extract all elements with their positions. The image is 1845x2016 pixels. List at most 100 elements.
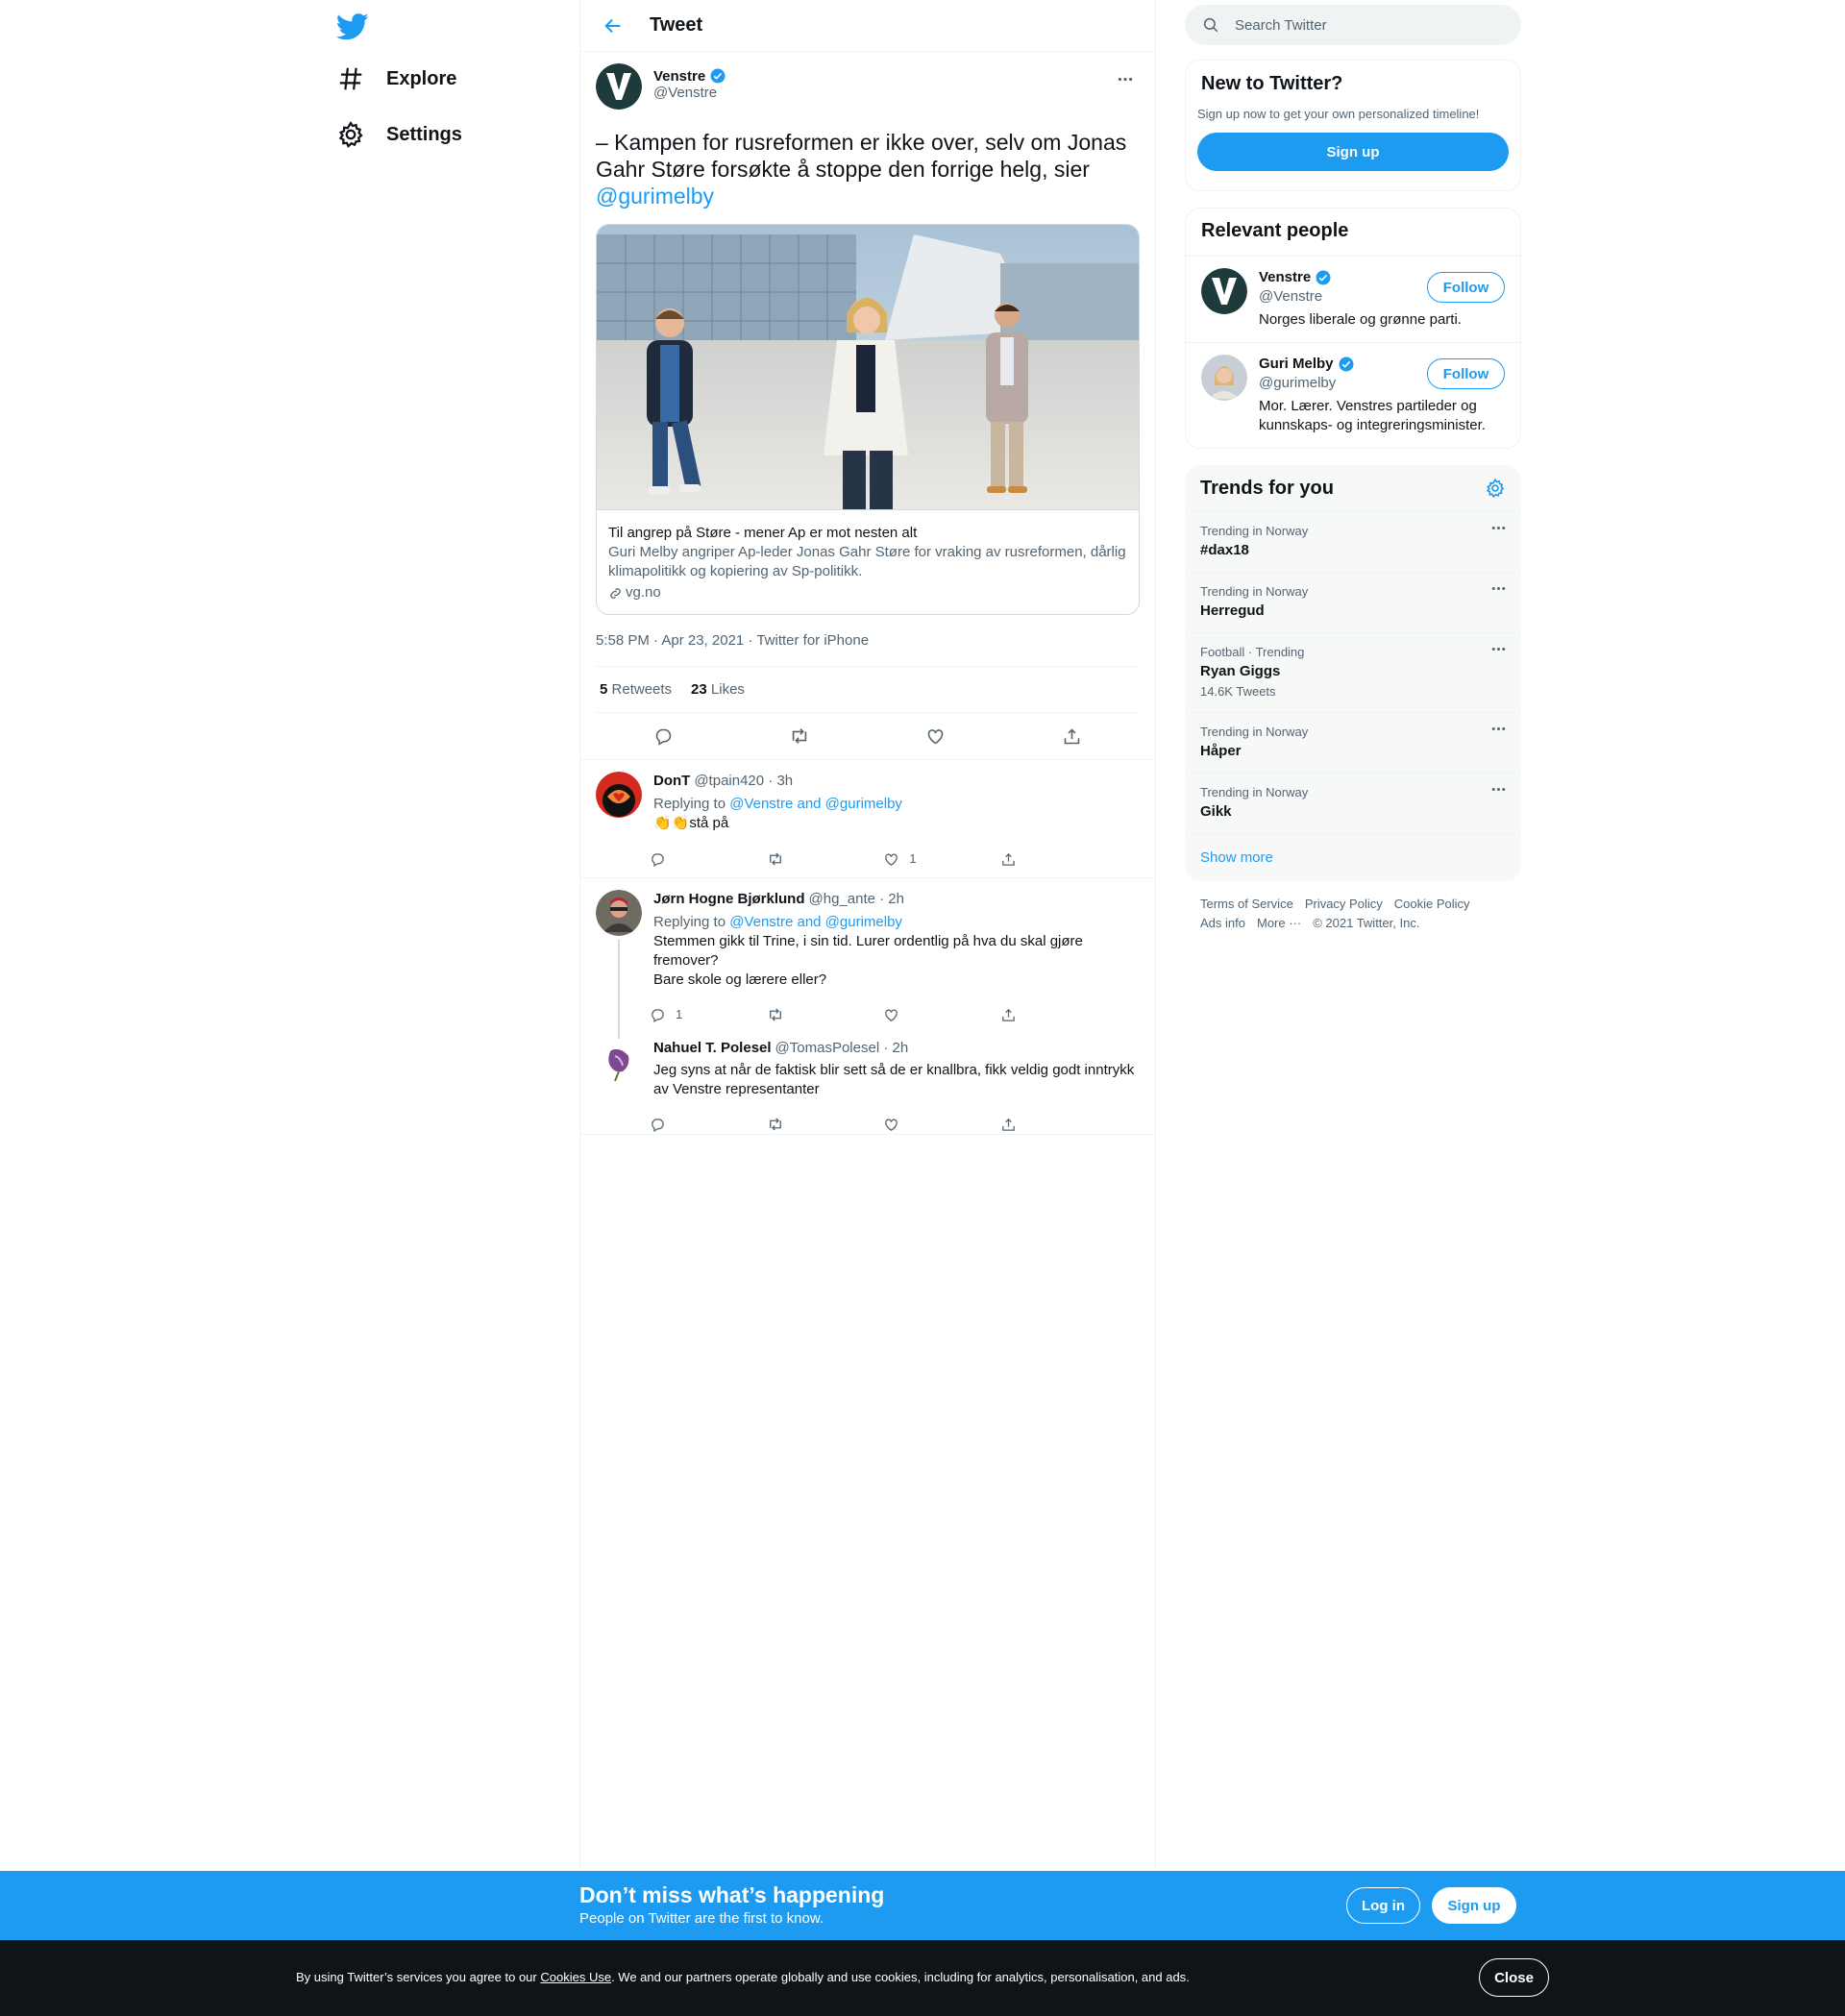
tweet-text: – Kampen for rusreformen er ikke over, s… (596, 129, 1140, 209)
avatar[interactable] (596, 772, 642, 818)
avatar[interactable] (596, 1039, 642, 1085)
retweet-icon[interactable] (782, 719, 817, 753)
link-icon (610, 587, 621, 599)
tweet-timestamp[interactable]: 5:58 PM · Apr 23, 2021 · Twitter for iPh… (596, 615, 1140, 667)
reply-handle-time[interactable]: @TomasPolesel · 2h (775, 1039, 909, 1058)
author-handle[interactable]: @Venstre (653, 85, 726, 101)
retweet-icon[interactable] (767, 1006, 824, 1023)
reply-count: 1 (676, 1007, 683, 1021)
more-options-icon[interactable] (1491, 726, 1506, 731)
trend-item[interactable]: Football · Trending Ryan Giggs 14.6K Twe… (1185, 633, 1521, 713)
panel-subtitle: Sign up now to get your own personalized… (1197, 107, 1480, 121)
person-name[interactable]: Guri Melby (1259, 355, 1334, 374)
footer-link-ads[interactable]: Ads info (1200, 914, 1245, 933)
search-bar[interactable] (1185, 5, 1521, 45)
main-tweet: Venstre @Venstre – Kampen for rusreforme… (580, 52, 1155, 759)
retweets-count: 5 (600, 681, 608, 698)
footer-link-cookies[interactable]: Cookie Policy (1394, 895, 1470, 914)
likes-stat[interactable]: 23 Likes (691, 681, 745, 698)
signup-button[interactable]: Sign up (1432, 1887, 1516, 1924)
person-bio: Mor. Lærer. Venstres partileder og kunns… (1259, 398, 1486, 433)
trend-item[interactable]: Trending in Norway #dax18 (1185, 512, 1521, 573)
more-options-icon[interactable] (1491, 787, 1506, 792)
like-icon[interactable] (883, 1007, 941, 1023)
more-options-icon[interactable] (1491, 526, 1506, 530)
mention-link[interactable]: @gurimelby (596, 184, 714, 209)
cookies-use-link[interactable]: Cookies Use (540, 1970, 611, 1984)
search-input[interactable] (1235, 16, 1485, 34)
avatar[interactable] (1201, 355, 1247, 401)
reply-author-name[interactable]: Nahuel T. Polesel (653, 1039, 772, 1058)
reply-tweet[interactable]: Nahuel T. Polesel @TomasPolesel · 2h Jeg … (580, 1039, 1155, 1135)
avatar[interactable] (596, 63, 642, 110)
trend-name: Håper (1200, 743, 1242, 759)
reply-tweet[interactable]: DonT @tpain420 · 3h Replying to @Venstre … (580, 759, 1155, 877)
share-icon[interactable] (1054, 719, 1089, 753)
gear-icon (336, 120, 365, 149)
reply-icon[interactable] (647, 719, 681, 753)
relevant-people-panel: Relevant people Venstre @Venstre Norges … (1185, 208, 1521, 449)
twitter-bird-icon[interactable] (335, 10, 369, 42)
trend-item[interactable]: Trending in Norway Håper (1185, 713, 1521, 774)
verified-badge-icon (1316, 270, 1331, 285)
more-options-icon[interactable] (1111, 67, 1140, 90)
trend-count: 14.6K Tweets (1200, 684, 1276, 699)
share-icon[interactable] (1000, 1007, 1058, 1023)
reply-icon[interactable] (650, 851, 707, 868)
tweet-actions (596, 713, 1140, 759)
retweet-icon[interactable] (767, 850, 824, 868)
reply-icon[interactable] (650, 1117, 707, 1133)
more-options-icon[interactable] (1491, 586, 1506, 591)
reply-text: Jeg syns at når de faktisk blir sett så … (653, 1062, 1135, 1097)
footer-link-more[interactable]: More ··· (1257, 914, 1301, 933)
footer-link-privacy[interactable]: Privacy Policy (1305, 895, 1383, 914)
trend-name: #dax18 (1200, 542, 1249, 558)
like-icon[interactable] (883, 1117, 941, 1133)
like-icon[interactable]: 1 (883, 849, 941, 869)
trend-context: Trending in Norway (1200, 524, 1309, 538)
trend-item[interactable]: Trending in Norway Gikk (1185, 774, 1521, 834)
like-icon[interactable] (919, 719, 953, 753)
reply-text: Stemmen gikk til Trine, i sin tid. Lurer… (653, 932, 1140, 990)
back-button[interactable] (594, 7, 632, 45)
signup-button[interactable]: Sign up (1197, 133, 1509, 171)
person-name[interactable]: Venstre (1259, 268, 1311, 287)
follow-button[interactable]: Follow (1427, 358, 1505, 389)
trend-item[interactable]: Trending in Norway Herregud (1185, 573, 1521, 633)
reply-icon[interactable]: 1 (650, 1005, 707, 1024)
show-more-link[interactable]: Show more (1185, 834, 1521, 881)
share-icon[interactable] (1000, 1117, 1058, 1133)
nav-settings-label: Settings (386, 123, 462, 145)
nav-settings[interactable]: Settings (336, 115, 462, 154)
cookie-text-after: . We and our partners operate globally a… (611, 1970, 1190, 1984)
author-name[interactable]: Venstre (653, 68, 705, 85)
login-button[interactable]: Log in (1346, 1887, 1420, 1924)
avatar[interactable] (1201, 268, 1247, 314)
reply-text: 👏👏stå på (653, 815, 729, 831)
follow-button[interactable]: Follow (1427, 272, 1505, 303)
page-header: Tweet (580, 0, 1155, 52)
person-item[interactable]: Guri Melby @gurimelby Mor. Lærer. Venstr… (1186, 342, 1520, 448)
trends-panel: Trends for you Trending in Norway #dax18… (1185, 465, 1521, 881)
nav-explore[interactable]: Explore (336, 60, 456, 98)
link-card[interactable]: Til angrep på Støre - mener Ap er mot ne… (596, 224, 1140, 615)
replying-to-link[interactable]: @Venstre and @gurimelby (729, 914, 902, 930)
gear-icon[interactable] (1485, 478, 1506, 499)
replying-to-link[interactable]: @Venstre and @gurimelby (729, 796, 902, 812)
footer-links: Terms of Service Privacy Policy Cookie P… (1185, 881, 1521, 947)
reply-author-name[interactable]: Jørn Hogne Bjørklund (653, 890, 805, 909)
share-icon[interactable] (1000, 851, 1058, 868)
more-options-icon[interactable] (1491, 647, 1506, 652)
retweets-stat[interactable]: 5 Retweets (600, 681, 672, 698)
reply-handle-time[interactable]: @hg_ante · 2h (809, 890, 904, 909)
footer-link-terms[interactable]: Terms of Service (1200, 895, 1293, 914)
nav-explore-label: Explore (386, 67, 457, 89)
new-to-twitter-panel: New to Twitter? Sign up now to get your … (1185, 60, 1521, 191)
reply-tweet[interactable]: Jørn Hogne Bjørklund @hg_ante · 2h Replyi… (580, 877, 1155, 1040)
reply-author-name[interactable]: DonT (653, 772, 690, 791)
avatar[interactable] (596, 890, 642, 936)
retweet-icon[interactable] (767, 1116, 824, 1133)
close-button[interactable]: Close (1479, 1958, 1549, 1997)
person-item[interactable]: Venstre @Venstre Norges liberale og grøn… (1186, 256, 1520, 342)
reply-handle-time[interactable]: @tpain420 · 3h (694, 772, 793, 791)
